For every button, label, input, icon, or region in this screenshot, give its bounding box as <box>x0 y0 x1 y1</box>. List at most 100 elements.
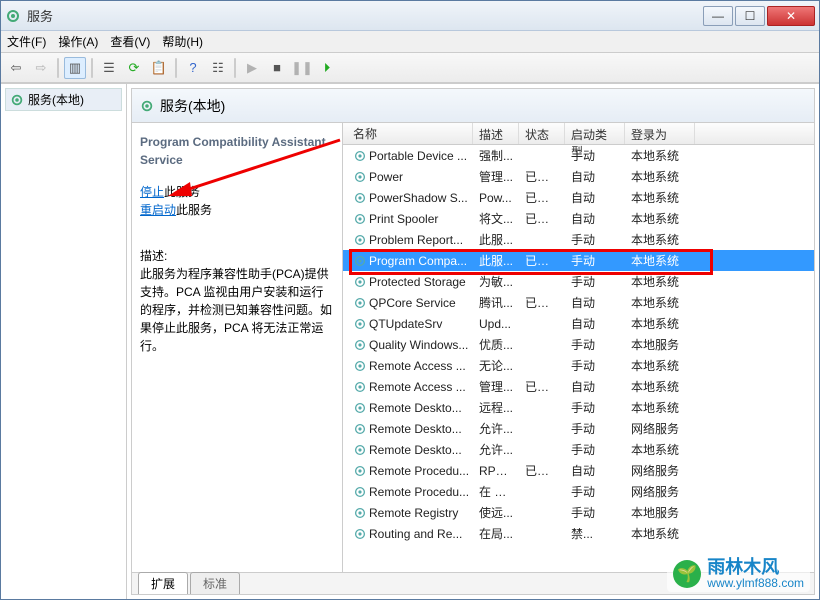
back-button[interactable]: ⇦ <box>5 57 27 79</box>
service-row[interactable]: Remote Registry使远...手动本地服务 <box>343 502 814 523</box>
show-hide-tree-button[interactable]: ▥ <box>64 57 86 79</box>
service-row[interactable]: Remote Procedu...在 W...手动网络服务 <box>343 481 814 502</box>
description-text: 此服务为程序兼容性助手(PCA)提供支持。PCA 监视由用户安装和运行的程序，并… <box>140 265 334 355</box>
menu-file[interactable]: 文件(F) <box>7 33 46 50</box>
service-startup-cell: 禁... <box>565 525 625 542</box>
service-row[interactable]: Print Spooler将文...已启动自动本地系统 <box>343 208 814 229</box>
service-desc-cell: 使远... <box>473 504 519 521</box>
service-desc-cell: 远程... <box>473 399 519 416</box>
menu-view[interactable]: 查看(V) <box>110 33 150 50</box>
restart-button[interactable]: ⏵ <box>316 57 338 79</box>
service-row[interactable]: Program Compa...此服...已启动手动本地系统 <box>343 250 814 271</box>
service-logon-cell: 本地系统 <box>625 231 695 248</box>
start-button[interactable]: ▶ <box>241 57 263 79</box>
service-logon-cell: 本地系统 <box>625 273 695 290</box>
service-startup-cell: 自动 <box>565 462 625 479</box>
service-name-cell: Remote Procedu... <box>343 464 473 478</box>
service-startup-cell: 手动 <box>565 483 625 500</box>
service-desc-cell: RPC... <box>473 464 519 478</box>
col-logon[interactable]: 登录为 <box>625 123 695 144</box>
service-row[interactable]: Remote Deskto...远程... 手动本地系统 <box>343 397 814 418</box>
service-startup-cell: 手动 <box>565 336 625 353</box>
service-row[interactable]: QTUpdateSrvUpd...自动本地系统 <box>343 313 814 334</box>
col-name[interactable]: 名称 <box>343 123 473 144</box>
service-row[interactable]: Problem Report...此服...手动本地系统 <box>343 229 814 250</box>
service-name-cell: Protected Storage <box>343 275 473 289</box>
service-row[interactable]: Protected Storage为敏... 手动本地系统 <box>343 271 814 292</box>
service-status-cell: 已启动 <box>519 168 565 185</box>
service-row[interactable]: Remote Deskto...允许...手动网络服务 <box>343 418 814 439</box>
service-logon-cell: 本地系统 <box>625 147 695 164</box>
service-row[interactable]: Remote Access ...无论... 手动本地系统 <box>343 355 814 376</box>
service-status-cell: 已启动 <box>519 462 565 479</box>
refresh-button[interactable]: ⟳ <box>123 57 145 79</box>
service-logon-cell: 网络服务 <box>625 462 695 479</box>
service-name-cell: Remote Registry <box>343 506 473 520</box>
close-button[interactable]: ✕ <box>767 6 815 26</box>
maximize-button[interactable]: ☐ <box>735 6 765 26</box>
list-button[interactable]: ☷ <box>207 57 229 79</box>
toolbar: ⇦ ⇨ ▥ ☰ ⟳ 📋 ? ☷ ▶ ■ ❚❚ ⏵ <box>1 53 819 83</box>
properties-button[interactable]: ☰ <box>98 57 120 79</box>
service-row[interactable]: Power管理...已启动自动本地系统 <box>343 166 814 187</box>
service-name-cell: Power <box>343 170 473 184</box>
col-desc[interactable]: 描述 <box>473 123 519 144</box>
service-startup-cell: 手动 <box>565 399 625 416</box>
service-startup-cell: 手动 <box>565 273 625 290</box>
service-desc-cell: Pow... <box>473 191 519 205</box>
service-desc-cell: 强制... <box>473 147 519 164</box>
service-row[interactable]: Remote Deskto...允许...手动本地系统 <box>343 439 814 460</box>
service-startup-cell: 手动 <box>565 420 625 437</box>
service-name-cell: Routing and Re... <box>343 527 473 541</box>
list-header-title: 服务(本地) <box>132 89 814 123</box>
pause-button[interactable]: ❚❚ <box>291 57 313 79</box>
service-name-cell: Remote Deskto... <box>343 401 473 415</box>
separator <box>91 58 93 78</box>
service-name-cell: Print Spooler <box>343 212 473 226</box>
menu-help[interactable]: 帮助(H) <box>162 33 203 50</box>
export-button[interactable]: 📋 <box>148 57 170 79</box>
service-name-cell: Program Compa... <box>343 254 473 268</box>
service-name-cell: PowerShadow S... <box>343 191 473 205</box>
service-row[interactable]: QPCore Service腾讯...已启动自动本地系统 <box>343 292 814 313</box>
col-startup[interactable]: 启动类型 <box>565 123 625 144</box>
service-row[interactable]: Routing and Re...在局...禁...本地系统 <box>343 523 814 544</box>
watermark-logo-icon: 🌱 <box>673 560 701 588</box>
service-desc-cell: 无论... <box>473 357 519 374</box>
service-logon-cell: 本地系统 <box>625 252 695 269</box>
service-logon-cell: 网络服务 <box>625 483 695 500</box>
service-startup-cell: 手动 <box>565 357 625 374</box>
service-startup-cell: 手动 <box>565 231 625 248</box>
service-name-cell: Remote Access ... <box>343 359 473 373</box>
stop-link[interactable]: 停止 <box>140 185 164 199</box>
menu-action[interactable]: 操作(A) <box>58 33 98 50</box>
col-status[interactable]: 状态 <box>519 123 565 144</box>
services-icon <box>5 8 21 24</box>
service-row[interactable]: Remote Access ...管理...已启动自动本地系统 <box>343 376 814 397</box>
stop-button[interactable]: ■ <box>266 57 288 79</box>
tab-extended[interactable]: 扩展 <box>138 572 188 594</box>
service-row[interactable]: PowerShadow S...Pow...已启动自动本地系统 <box>343 187 814 208</box>
minimize-button[interactable]: — <box>703 6 733 26</box>
forward-button[interactable]: ⇨ <box>30 57 52 79</box>
services-icon <box>10 93 24 107</box>
service-row[interactable]: Remote Procedu...RPC...已启动自动网络服务 <box>343 460 814 481</box>
service-status-cell: 已启动 <box>519 189 565 206</box>
service-row[interactable]: Quality Windows...优质...手动本地服务 <box>343 334 814 355</box>
service-row[interactable]: Portable Device ...强制...手动本地系统 <box>343 145 814 166</box>
service-logon-cell: 本地系统 <box>625 399 695 416</box>
service-list: 名称 描述 状态 启动类型 登录为 Portable Device ...强制.… <box>342 123 814 572</box>
restart-link[interactable]: 重启动 <box>140 203 176 217</box>
tree-panel: 服务(本地) <box>1 84 127 599</box>
service-name-cell: Problem Report... <box>343 233 473 247</box>
service-startup-cell: 自动 <box>565 378 625 395</box>
service-name-cell: Remote Deskto... <box>343 422 473 436</box>
help-button[interactable]: ? <box>182 57 204 79</box>
service-logon-cell: 本地系统 <box>625 357 695 374</box>
service-logon-cell: 网络服务 <box>625 420 695 437</box>
service-desc-cell: 为敏... <box>473 273 519 290</box>
tree-root-item[interactable]: 服务(本地) <box>5 88 122 111</box>
service-status-cell: 已启动 <box>519 378 565 395</box>
column-headers: 名称 描述 状态 启动类型 登录为 <box>343 123 814 145</box>
tab-standard[interactable]: 标准 <box>190 572 240 594</box>
